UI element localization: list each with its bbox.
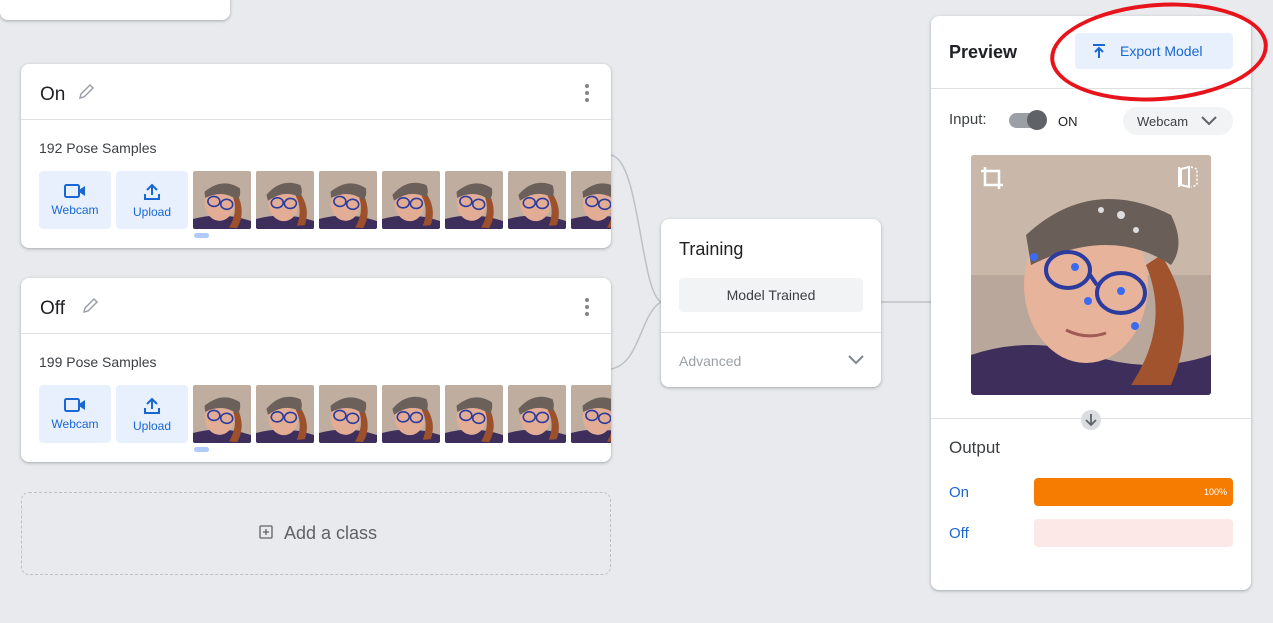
class-card-on: On 192 Pose Samples Webcam Upload [21,64,611,248]
sample-thumbnail[interactable] [508,385,566,443]
training-title: Training [679,239,744,259]
input-source-select[interactable]: Webcam [1123,107,1233,135]
toggle-state-label: ON [1058,114,1078,129]
export-model-button[interactable]: Export Model [1075,33,1233,69]
divider [661,332,881,333]
sample-thumbnails [193,171,611,229]
chevron-down-icon[interactable] [847,353,865,365]
output-class-name: Off [949,525,969,542]
more-vert-icon[interactable] [585,84,589,102]
training-card: Training Model Trained Advanced [661,219,881,387]
sample-thumbnail[interactable] [445,385,503,443]
sample-thumbnail[interactable] [508,171,566,229]
sample-thumbnails [193,385,611,443]
advanced-toggle-label[interactable]: Advanced [679,353,741,369]
upload-button[interactable]: Upload [116,171,188,229]
chevron-down-icon [1201,116,1217,126]
sample-thumbnail[interactable] [193,385,251,443]
input-toggle[interactable] [1009,110,1047,130]
upload-label: Upload [132,419,172,433]
divider [931,88,1251,89]
preview-title: Preview [949,42,1018,62]
preview-panel: Preview Export Model Input: ON Webcam Ou… [931,16,1251,590]
add-class-button[interactable]: Add a class [21,492,611,575]
sample-thumbnail[interactable] [193,171,251,229]
add-box-icon [259,525,273,539]
output-class-name: On [949,484,970,501]
samples-count: 199 Pose Samples [39,354,157,370]
pencil-icon[interactable] [81,295,101,315]
webcam-button[interactable]: Webcam [39,385,111,443]
class-header: On [21,64,611,120]
sample-thumbnail[interactable] [256,385,314,443]
scroll-indicator[interactable] [194,233,209,238]
webcam-label: Webcam [51,203,99,217]
samples-count: 192 Pose Samples [39,140,157,156]
upload-icon [144,183,160,200]
output-label: Output [949,438,1001,457]
confidence-percent: 100% [1203,487,1227,497]
publish-icon [1093,44,1105,58]
webcam-label: Webcam [51,417,99,431]
arrow-down-icon [1081,410,1101,430]
sample-thumbnail[interactable] [571,385,611,443]
confidence-bar: 100% [1034,478,1233,506]
export-model-label: Export Model [1120,43,1203,59]
webcam-feed-image [971,155,1211,395]
class-name[interactable]: On [40,84,65,106]
sample-thumbnail[interactable] [319,171,377,229]
upload-icon [144,397,160,414]
previous-card-stub [0,0,230,20]
upload-button[interactable]: Upload [116,385,188,443]
train-model-button[interactable]: Model Trained [679,278,863,312]
sample-thumbnail[interactable] [571,171,611,229]
more-vert-icon[interactable] [585,298,589,316]
sample-thumbnail[interactable] [256,171,314,229]
input-label: Input: [949,111,987,128]
videocam-icon [64,398,85,412]
sample-thumbnail[interactable] [382,171,440,229]
class-header: Off [21,278,611,334]
confidence-bar [1034,519,1233,547]
sample-thumbnail[interactable] [445,171,503,229]
sample-thumbnail[interactable] [382,385,440,443]
class-card-off: Off 199 Pose Samples Webcam Upload [21,278,611,462]
scroll-indicator[interactable] [194,447,209,452]
add-class-label: Add a class [284,523,378,543]
pencil-icon[interactable] [77,81,97,101]
videocam-icon [64,184,85,198]
webcam-button[interactable]: Webcam [39,171,111,229]
webcam-preview [971,155,1211,395]
upload-label: Upload [132,205,172,219]
sample-thumbnail[interactable] [319,385,377,443]
input-source-value: Webcam [1137,114,1189,129]
class-name[interactable]: Off [40,298,65,320]
